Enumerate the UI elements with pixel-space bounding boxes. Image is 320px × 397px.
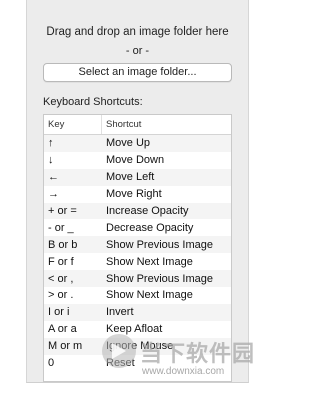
shortcut-key-cell: I or i — [48, 306, 70, 319]
shortcut-action-cell: Increase Opacity — [106, 205, 189, 217]
table-row[interactable]: > or . Show Next Image — [44, 287, 231, 304]
column-header-shortcut[interactable]: Shortcut — [102, 119, 141, 130]
shortcuts-panel: Drag and drop an image folder here - or … — [26, 0, 249, 383]
shortcut-key-cell: ↓ — [48, 154, 54, 167]
shortcut-action-cell: Show Previous Image — [106, 272, 213, 285]
watermark-url: www.downxia.com — [142, 366, 225, 377]
shortcut-action-cell: Move Right — [106, 188, 162, 201]
shortcut-key-cell: A or a — [48, 323, 77, 336]
watermark: 当下软件园 www.downxia.com — [102, 332, 262, 384]
shortcut-action-cell: Show Next Image — [106, 289, 193, 302]
shortcut-key-cell: M or m — [48, 340, 83, 353]
shortcut-key-cell: < or , — [48, 272, 74, 285]
shortcut-action-cell: Show Previous Image — [106, 238, 213, 251]
shortcut-key-cell: ↑ — [48, 137, 54, 150]
table-row[interactable]: + or = Increase Opacity — [44, 202, 231, 220]
shortcut-key-cell: F or f — [48, 255, 74, 268]
shortcut-key-cell: B or b — [48, 238, 78, 251]
column-header-key[interactable]: Key — [44, 115, 102, 134]
shortcut-action-cell: Decrease Opacity — [106, 221, 194, 234]
shortcut-key-cell: ← — [48, 171, 59, 184]
table-row[interactable]: B or b Show Previous Image — [44, 236, 231, 254]
table-row[interactable]: → Move Right — [44, 185, 231, 203]
table-row[interactable]: - or _ Decrease Opacity — [44, 219, 231, 237]
shortcut-key-cell: 0 — [48, 357, 55, 370]
table-row[interactable]: F or f Show Next Image — [44, 253, 231, 271]
drop-zone-title: Drag and drop an image folder here — [46, 26, 229, 38]
shortcut-action-cell: Invert — [106, 306, 134, 319]
table-row[interactable]: < or , Show Previous Image — [44, 270, 231, 288]
table-row[interactable]: ↑ Move Up — [44, 135, 231, 152]
keyboard-shortcuts-title: Keyboard Shortcuts: — [43, 96, 143, 108]
shortcut-action-cell: Move Down — [106, 154, 165, 167]
table-row[interactable]: ← Move Left — [44, 168, 231, 186]
or-separator: - or - — [125, 45, 150, 57]
select-image-folder-button[interactable]: Select an image folder... — [43, 63, 232, 82]
shortcut-key-cell: - or _ — [48, 221, 74, 234]
shortcut-key-cell: + or = — [48, 205, 77, 217]
shortcut-action-cell: Move Up — [106, 137, 151, 150]
watermark-logo-icon — [102, 334, 136, 368]
shortcut-key-cell: → — [48, 188, 59, 201]
shortcut-action-cell: Show Next Image — [106, 255, 193, 268]
table-row[interactable]: ↓ Move Down — [44, 151, 231, 169]
watermark-name: 当下软件园 — [140, 342, 256, 367]
table-header: Key Shortcut — [44, 115, 231, 135]
table-row[interactable]: I or i Invert — [44, 303, 231, 321]
shortcut-action-cell: Move Left — [106, 171, 155, 184]
shortcut-key-cell: > or . — [48, 289, 74, 302]
